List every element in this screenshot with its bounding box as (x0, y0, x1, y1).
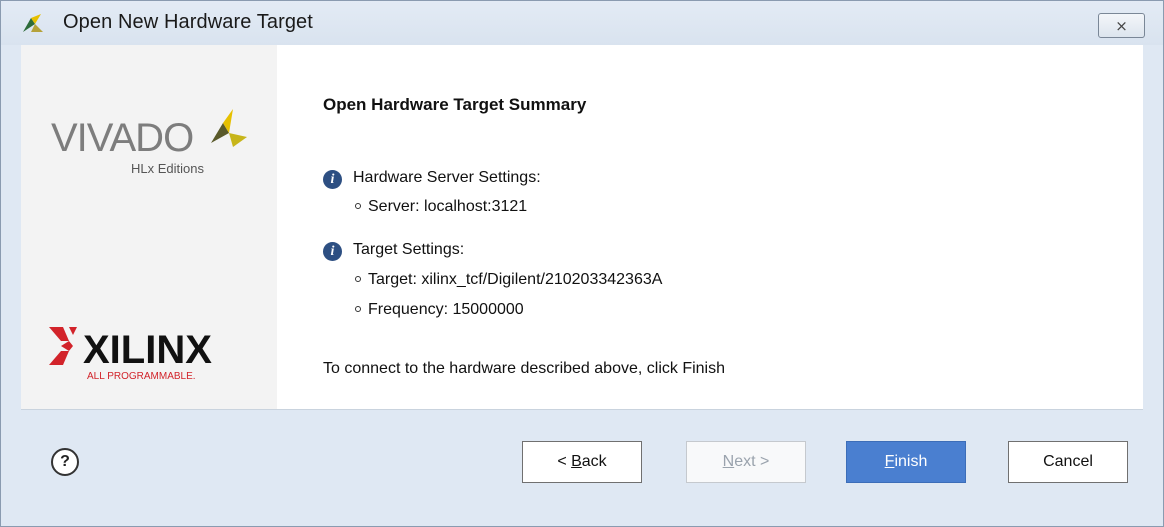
list-item-frequency: Frequency: 15000000 (355, 301, 524, 319)
cancel-button[interactable]: Cancel (1008, 441, 1128, 483)
info-icon: i (323, 242, 342, 261)
finish-button-label: inish (894, 453, 928, 470)
help-icon: ? (60, 453, 70, 470)
back-button-label: ack (581, 453, 607, 470)
finish-button[interactable]: Finish (846, 441, 966, 483)
vivado-logo-text: VIVADO (51, 116, 193, 160)
vivado-logo: VIVADO HLx Editions (51, 109, 247, 176)
next-button[interactable]: Next > (686, 441, 806, 483)
help-button[interactable]: ? (51, 448, 79, 476)
close-button[interactable]: ⨯ (1098, 13, 1145, 38)
vivado-logo-icon (23, 14, 43, 32)
title-bar[interactable]: Open New Hardware Target ⨯ (1, 1, 1163, 45)
xilinx-logo-subtext: ALL PROGRAMMABLE. (87, 371, 196, 382)
back-button-mnemonic: B (571, 453, 582, 470)
footer-divider (21, 409, 1143, 410)
instruction-text: To connect to the hardware described abo… (323, 360, 725, 377)
info-icon: i (323, 170, 342, 189)
next-button-mnemonic: N (722, 453, 735, 470)
frequency-value: Frequency: 15000000 (368, 301, 524, 318)
dialog-content: VIVADO HLx Editions XILINX ALL PROGRAMMA… (21, 45, 1143, 409)
dialog-window: Open New Hardware Target ⨯ VIVADO HLx Ed… (0, 0, 1164, 527)
window-title: Open New Hardware Target (63, 11, 313, 33)
list-item-server: Server: localhost:3121 (355, 198, 527, 216)
vivado-logo-subtext: HLx Editions (131, 161, 204, 176)
finish-button-mnemonic: F (884, 453, 895, 470)
bullet-icon (355, 275, 361, 282)
xilinx-logo: XILINX ALL PROGRAMMABLE. (49, 327, 212, 382)
bullet-icon (355, 202, 361, 209)
cancel-button-label: Cancel (1043, 453, 1093, 470)
summary-panel: Open Hardware Target Summary i Hardware … (277, 45, 1143, 409)
server-value: Server: localhost:3121 (368, 198, 528, 215)
section-title-hardware-server: Hardware Server Settings: (353, 169, 541, 186)
branding-panel: VIVADO HLx Editions XILINX ALL PROGRAMMA… (21, 45, 277, 409)
xilinx-logo-text: XILINX (83, 328, 212, 372)
section-title-target: Target Settings: (353, 241, 465, 258)
target-value: Target: xilinx_tcf/Digilent/210203342363… (368, 271, 663, 288)
back-button-prefix: < (557, 453, 572, 470)
bullet-icon (355, 305, 361, 312)
close-icon: ⨯ (1115, 17, 1128, 35)
summary-heading: Open Hardware Target Summary (323, 95, 587, 114)
back-button[interactable]: < Back (522, 441, 642, 483)
list-item-target: Target: xilinx_tcf/Digilent/210203342363… (355, 271, 662, 289)
next-button-label: ext > (734, 453, 770, 470)
